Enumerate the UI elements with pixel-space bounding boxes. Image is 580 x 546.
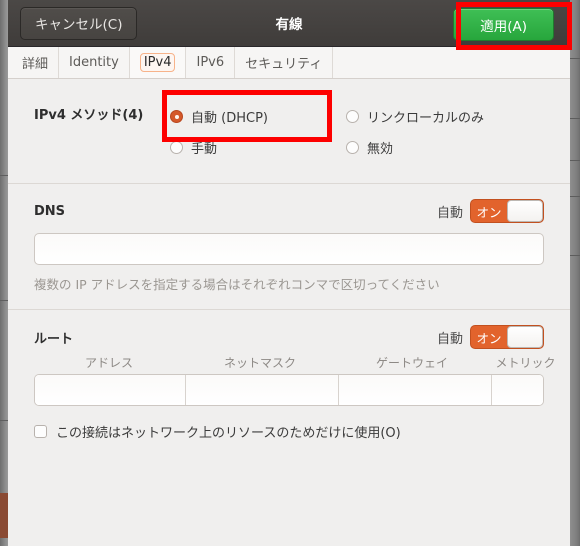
- desktop-right-strip: [570, 0, 580, 546]
- tab-details[interactable]: 詳細: [12, 47, 60, 78]
- route-address-cell[interactable]: [35, 375, 186, 405]
- shared-connection-checkbox[interactable]: [34, 425, 47, 438]
- routes-auto-switch-state: オン: [476, 330, 502, 346]
- tab-details-label: 詳細: [22, 57, 49, 72]
- tab-ipv4[interactable]: IPv4: [129, 47, 187, 78]
- radio-automatic-dhcp-indicator[interactable]: [170, 110, 183, 123]
- dns-hint-text: 複数の IP アドレスを指定する場合はそれぞれコンマで区切ってください: [34, 277, 440, 292]
- dns-auto-switch[interactable]: オン: [470, 199, 544, 223]
- tab-security-label: セキュリティ: [245, 57, 323, 72]
- dns-auto-label: 自動: [436, 205, 463, 221]
- radio-link-local-only-label: リンクローカルのみ: [367, 111, 485, 126]
- desktop-left-strip: [0, 0, 8, 546]
- routes-auto-control: 自動 オン: [437, 325, 544, 349]
- routes-title: ルート: [34, 331, 74, 347]
- route-address-input[interactable]: [35, 375, 185, 405]
- radio-automatic-dhcp[interactable]: 自動 (DHCP): [170, 107, 346, 126]
- tab-ipv4-label: IPv4: [139, 53, 176, 72]
- shared-connection-row[interactable]: この接続はネットワーク上のリソースのためだけに使用(O): [34, 422, 544, 441]
- routes-header-row: ルート 自動 オン: [34, 324, 544, 350]
- radio-link-local-only[interactable]: リンクローカルのみ: [346, 107, 484, 126]
- routes-column-netmask: ネットマスク: [223, 356, 296, 370]
- route-netmask-cell[interactable]: [186, 375, 339, 405]
- desktop-wallpaper-sliver: [0, 493, 8, 538]
- radio-automatic-dhcp-label: 自動 (DHCP): [191, 111, 268, 126]
- routes-column-address: アドレス: [84, 356, 133, 370]
- radio-manual-label: 手動: [191, 142, 218, 157]
- radio-manual-indicator[interactable]: [170, 141, 183, 154]
- table-row: ✕: [34, 374, 544, 406]
- tab-ipv6-label: IPv6: [196, 55, 225, 70]
- tab-identity-label: Identity: [69, 55, 119, 70]
- route-netmask-input[interactable]: [186, 375, 338, 405]
- tab-ipv6[interactable]: IPv6: [186, 47, 236, 78]
- routes-column-gateway: ゲートウェイ: [375, 356, 448, 370]
- network-connection-dialog: キャンセル(C) 有線 適用(A) 詳細 Identity IPv4 IPv6 …: [8, 0, 570, 546]
- radio-disabled-indicator[interactable]: [346, 141, 359, 154]
- route-metric-cell[interactable]: [492, 375, 543, 405]
- routes-auto-switch-knob: [507, 326, 543, 348]
- dns-header: DNS 自動 オン: [34, 198, 544, 224]
- routes-section: ルート 自動 オン アドレス ネットマスク ゲートウェイ メトリック この接続は…: [8, 310, 570, 457]
- ipv4-method-options: 自動 (DHCP) リンクローカルのみ 手動 無効: [170, 101, 484, 163]
- cancel-button[interactable]: キャンセル(C): [20, 6, 138, 40]
- tab-identity[interactable]: Identity: [59, 47, 130, 78]
- dns-auto-switch-knob: [507, 200, 543, 222]
- ipv4-method-section: IPv4 メソッド(4) 自動 (DHCP) リンクローカルのみ 手動 無効: [8, 79, 570, 183]
- route-gateway-input[interactable]: [339, 375, 491, 405]
- ipv4-method-label: IPv4 メソッド(4): [34, 108, 144, 123]
- dns-servers-input[interactable]: [34, 233, 544, 265]
- radio-manual[interactable]: 手動: [170, 138, 346, 157]
- route-gateway-cell[interactable]: [339, 375, 492, 405]
- apply-button-label: 適用(A): [480, 18, 527, 35]
- ipv4-settings-panel: IPv4 メソッド(4) 自動 (DHCP) リンクローカルのみ 手動 無効 D…: [8, 79, 570, 545]
- routes-auto-label: 自動: [436, 331, 463, 347]
- apply-button[interactable]: 適用(A): [453, 8, 554, 41]
- dns-section: DNS 自動 オン 複数の IP アドレスを指定する場合はそれぞれコンマで区切っ…: [8, 184, 570, 309]
- route-metric-input[interactable]: [492, 375, 543, 405]
- dialog-headerbar: キャンセル(C) 有線 適用(A): [8, 0, 570, 47]
- radio-link-local-only-indicator[interactable]: [346, 110, 359, 123]
- routes-column-delete-spacer: [563, 354, 570, 374]
- dns-auto-switch-state: オン: [476, 204, 502, 220]
- routes-column-headers: アドレス ネットマスク ゲートウェイ メトリック: [34, 354, 556, 374]
- dns-title: DNS: [34, 203, 66, 219]
- dns-auto-control: 自動 オン: [437, 199, 544, 223]
- radio-disabled-label: 無効: [367, 142, 394, 157]
- tab-bar: 詳細 Identity IPv4 IPv6 セキュリティ: [8, 47, 570, 79]
- routes-auto-switch[interactable]: オン: [470, 325, 544, 349]
- shared-connection-label: この接続はネットワーク上のリソースのためだけに使用(O): [56, 426, 401, 441]
- tab-security[interactable]: セキュリティ: [235, 47, 334, 78]
- routes-column-metric: メトリック: [495, 356, 556, 370]
- cancel-button-label: キャンセル(C): [35, 17, 123, 33]
- radio-disabled[interactable]: 無効: [346, 138, 484, 157]
- routes-table: アドレス ネットマスク ゲートウェイ メトリック: [34, 354, 556, 406]
